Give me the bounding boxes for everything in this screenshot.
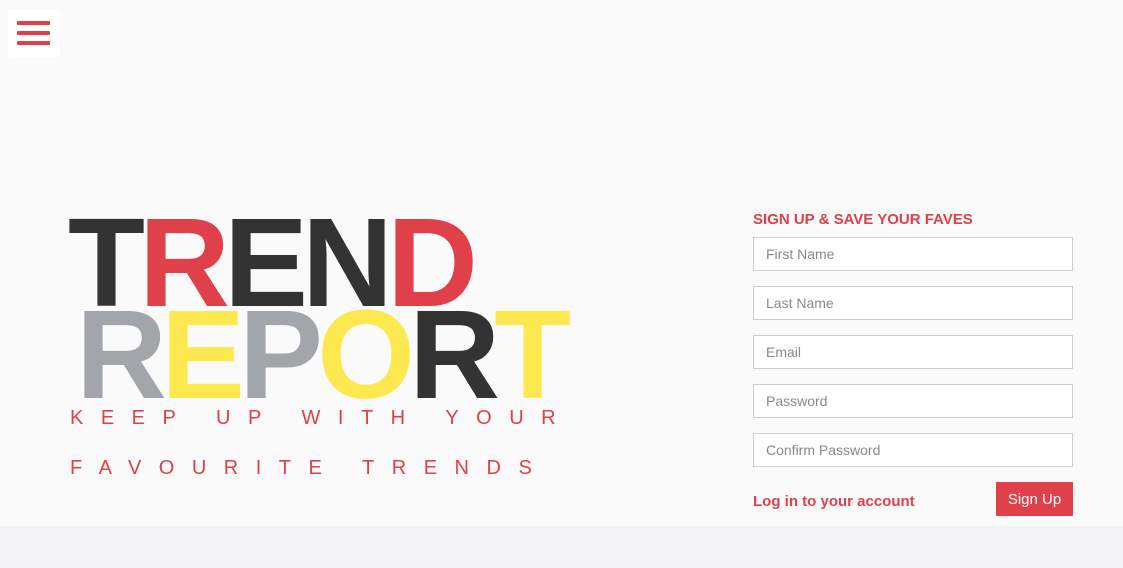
last-name-field[interactable] bbox=[753, 286, 1073, 320]
trend-report-logo: TREND REPORT bbox=[68, 192, 571, 425]
confirm-password-field[interactable] bbox=[753, 433, 1073, 467]
main-section: TREND REPORT KEEP UP WITH YOUR FAVOURITE… bbox=[0, 0, 1123, 526]
hamburger-menu-button[interactable] bbox=[8, 9, 60, 57]
email-field[interactable] bbox=[753, 335, 1073, 369]
signup-form-title: SIGN UP & SAVE YOUR FAVES bbox=[753, 211, 973, 228]
tagline-line-2: FAVOURITE TRENDS bbox=[70, 457, 550, 479]
password-field[interactable] bbox=[753, 384, 1073, 418]
signup-form-footer: Log in to your account Sign Up bbox=[753, 482, 1073, 516]
tagline-line-1: KEEP UP WITH YOUR bbox=[70, 407, 574, 429]
sign-up-button[interactable]: Sign Up bbox=[996, 482, 1073, 516]
logo-word-trend: TREND bbox=[68, 192, 478, 333]
signup-form: SIGN UP & SAVE YOUR FAVES Log in to your… bbox=[753, 211, 1073, 516]
first-name-field[interactable] bbox=[753, 237, 1073, 271]
login-link[interactable]: Log in to your account bbox=[753, 493, 915, 510]
logo-word-report: REPORT bbox=[76, 284, 571, 425]
